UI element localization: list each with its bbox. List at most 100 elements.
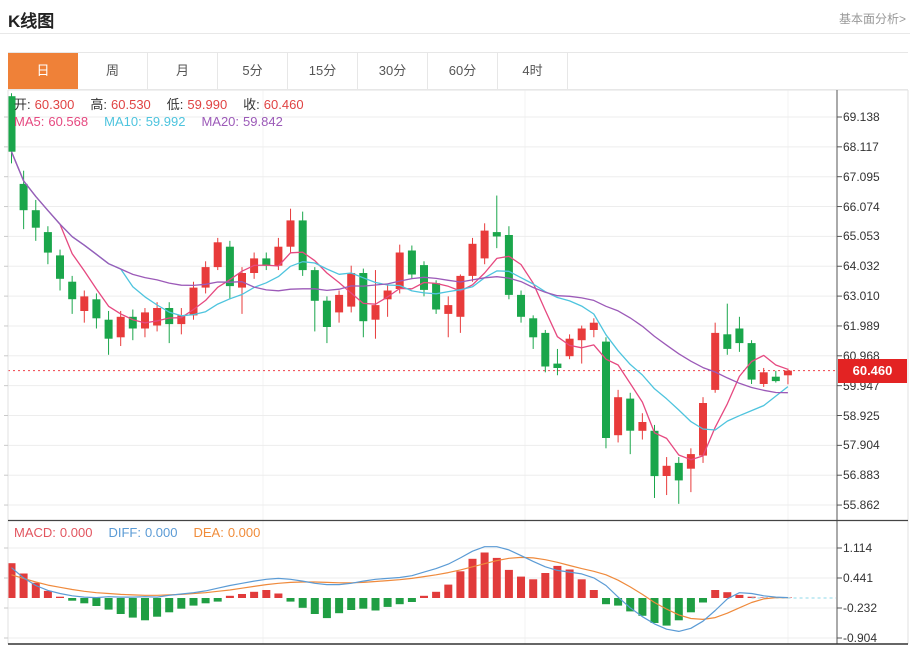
readout-value: 60.460 <box>264 97 304 112</box>
readout-label: MA10: <box>104 114 142 129</box>
macd-bar <box>469 559 477 598</box>
candle-body <box>578 329 586 341</box>
candle-body <box>481 231 489 259</box>
readout-value: 59.992 <box>146 114 186 129</box>
ohlc-readout: 开:60.300高:60.530低:59.990收:60.460 <box>14 94 320 113</box>
readout-value: 60.300 <box>35 97 75 112</box>
candle-body <box>432 283 440 309</box>
macd-bar <box>226 596 234 598</box>
readout-label: 收: <box>243 97 260 112</box>
macd-bar <box>238 594 246 598</box>
period-tab-60分[interactable]: 60分 <box>428 53 498 89</box>
readout-value: 0.000 <box>145 525 178 540</box>
macd-bar <box>408 598 416 602</box>
price-axis-label: 63.010 <box>843 289 880 303</box>
candle-body <box>638 422 646 431</box>
macd-bar <box>165 598 173 612</box>
macd-bar <box>250 592 258 598</box>
ma5-line <box>12 152 788 460</box>
readout-value: 59.990 <box>187 97 227 112</box>
macd-bar <box>529 579 537 598</box>
price-axis-label: 66.074 <box>843 200 880 214</box>
macd-bar <box>287 598 295 602</box>
candle-body <box>347 273 355 307</box>
readout-value: 0.000 <box>60 525 93 540</box>
readout-label: 低: <box>167 97 184 112</box>
macd-readout: MACD:0.000DIFF:0.000DEA:0.000 <box>14 525 276 540</box>
readout-label: DEA: <box>193 525 223 540</box>
macd-bar <box>347 598 355 610</box>
macd-bar <box>190 598 198 606</box>
candle-body <box>92 299 100 318</box>
period-tab-日[interactable]: 日 <box>8 53 78 89</box>
fundamental-analysis-link[interactable]: 基本面分析> <box>839 10 906 27</box>
candle-body <box>32 210 40 228</box>
period-tab-周[interactable]: 周 <box>78 53 148 89</box>
candle-body <box>566 339 574 357</box>
candle-body <box>505 235 513 295</box>
candle-body <box>469 244 477 276</box>
candle-body <box>711 333 719 390</box>
macd-bar <box>578 579 586 598</box>
candle-body <box>590 323 598 330</box>
macd-bar <box>262 590 270 598</box>
candle-body <box>541 333 549 367</box>
macd-bar <box>105 598 113 610</box>
candle-body <box>529 318 537 337</box>
macd-bar <box>359 598 367 609</box>
macd-bar <box>80 598 88 603</box>
macd-bar <box>651 598 659 623</box>
candle-body <box>153 308 161 326</box>
candle-body <box>372 305 380 320</box>
price-axis-label: 61.989 <box>843 319 880 333</box>
dea-line <box>12 557 788 619</box>
period-tab-4时[interactable]: 4时 <box>498 53 568 89</box>
macd-bar <box>663 598 671 626</box>
period-tab-30分[interactable]: 30分 <box>358 53 428 89</box>
readout-label: 高: <box>90 97 107 112</box>
macd-bar <box>566 570 574 599</box>
price-axis-label: 55.862 <box>843 498 880 512</box>
candle-body <box>687 454 695 469</box>
price-axis-label: 57.904 <box>843 438 880 452</box>
candle-body <box>117 317 125 338</box>
macd-bar <box>638 598 646 616</box>
period-tab-5分[interactable]: 5分 <box>218 53 288 89</box>
candle-body <box>760 372 768 384</box>
macd-bar <box>335 598 343 613</box>
macd-bar <box>92 598 100 606</box>
candle-body <box>663 466 671 476</box>
candle-body <box>141 312 149 328</box>
readout-label: MACD: <box>14 525 56 540</box>
price-axis-label: 69.138 <box>843 110 880 124</box>
period-tab-月[interactable]: 月 <box>148 53 218 89</box>
readout-value: 60.530 <box>111 97 151 112</box>
readout-label: MA5: <box>14 114 44 129</box>
candle-body <box>335 295 343 313</box>
macd-bar <box>432 592 440 598</box>
candle-body <box>56 255 64 278</box>
macd-bar <box>493 558 501 598</box>
macd-bar <box>68 598 76 601</box>
period-tab-15分[interactable]: 15分 <box>288 53 358 89</box>
macd-bar <box>311 598 319 614</box>
macd-bar <box>675 598 683 620</box>
price-axis-label: 67.095 <box>843 170 880 184</box>
candle-body <box>675 463 683 481</box>
candle-body <box>408 251 416 275</box>
candle-body <box>784 371 792 376</box>
candle-body <box>105 320 113 339</box>
macd-bar <box>214 598 222 602</box>
candle-body <box>68 282 76 300</box>
candle-body <box>323 301 331 327</box>
macd-bar <box>177 598 185 609</box>
readout-label: MA20: <box>201 114 239 129</box>
candle-body <box>493 232 501 236</box>
diff-line <box>12 547 788 632</box>
macd-bar <box>384 598 392 607</box>
macd-bar <box>274 594 282 599</box>
candle-body <box>359 273 367 321</box>
macd-axis-label: 0.441 <box>843 571 873 585</box>
candle-body <box>238 273 246 288</box>
readout-value: 60.568 <box>48 114 88 129</box>
